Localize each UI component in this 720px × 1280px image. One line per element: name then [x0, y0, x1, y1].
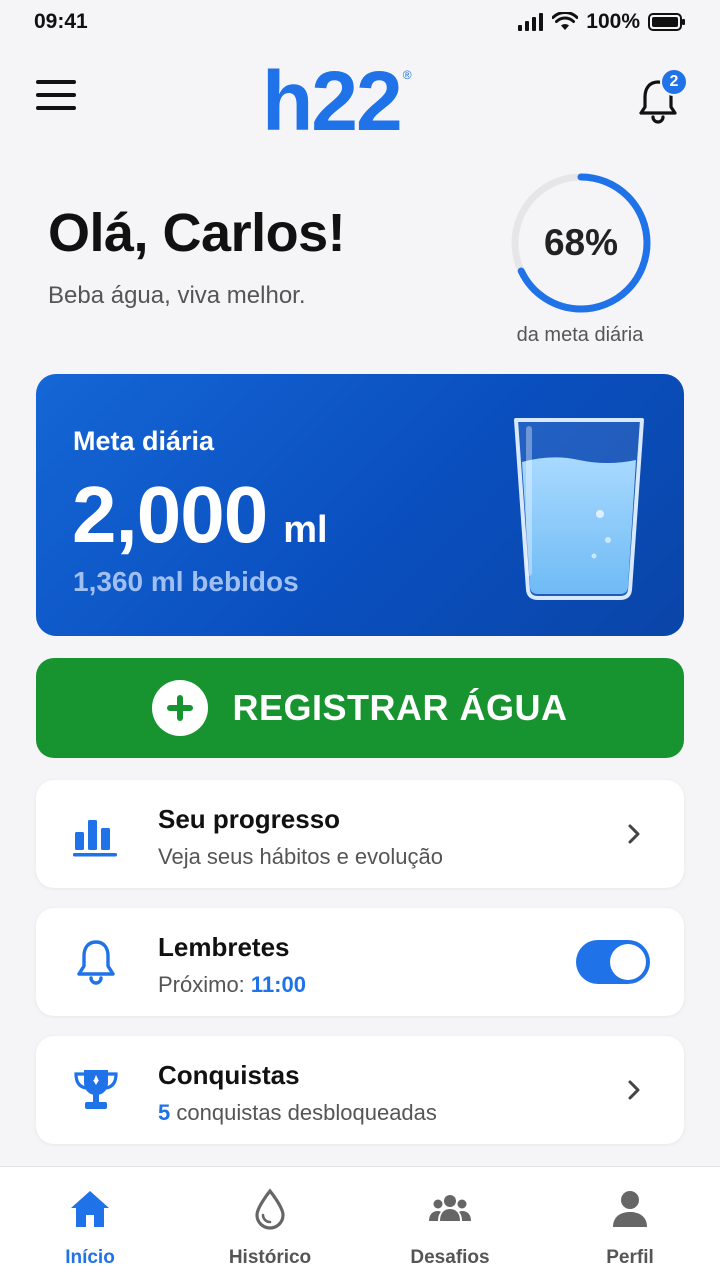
- reminders-card[interactable]: Lembretes Próximo: 11:00: [36, 908, 684, 1016]
- bell-icon: [77, 940, 115, 985]
- next-reminder-label: Próximo:: [158, 972, 245, 997]
- daily-progress-ring: 68%: [508, 170, 654, 316]
- menu-icon-line: [36, 93, 76, 97]
- chevron-right-icon: [628, 1080, 640, 1100]
- goal-amount: 2,000: [72, 470, 268, 559]
- achievements-card-subtitle: 5 conquistas desbloqueadas: [158, 1100, 437, 1126]
- wifi-icon: [552, 12, 579, 30]
- drop-icon: [255, 1188, 285, 1230]
- tab-perfil[interactable]: Perfil: [540, 1167, 720, 1280]
- notifications-badge: 2: [660, 68, 688, 96]
- greeting-title: Olá, Carlos!: [48, 203, 346, 263]
- progress-card-title: Seu progresso: [158, 804, 341, 834]
- plus-icon: [152, 680, 209, 736]
- person-icon: [613, 1191, 647, 1227]
- menu-icon-line: [36, 106, 76, 110]
- tab-historico[interactable]: Histórico: [180, 1167, 360, 1280]
- tab-inicio[interactable]: Início: [0, 1167, 180, 1280]
- tab-label: Desafios: [410, 1247, 490, 1268]
- goal-value: 2,000 ml: [72, 470, 328, 560]
- achievements-card[interactable]: Conquistas 5 conquistas desbloqueadas: [36, 1036, 684, 1144]
- bottom-tab-bar: Início Histórico Desafios Perfil: [0, 1166, 720, 1280]
- progress-card[interactable]: Seu progresso Veja seus hábitos e evoluç…: [36, 780, 684, 888]
- achievements-count: 5: [158, 1100, 171, 1125]
- daily-goal-card: Meta diária 2,000 ml 1,360 ml bebidos: [36, 374, 684, 636]
- tab-label: Início: [65, 1247, 115, 1268]
- battery-percent: 100%: [586, 10, 640, 33]
- goal-unit: ml: [283, 509, 328, 551]
- goal-label: Meta diária: [73, 426, 215, 456]
- progress-percent: 68%: [543, 222, 619, 263]
- logo-text: h22: [262, 54, 403, 148]
- status-icons: 100%: [518, 10, 686, 34]
- reminders-card-title: Lembretes: [158, 932, 290, 962]
- signal-icon: [518, 13, 544, 31]
- app-logo: h22 ®: [262, 56, 412, 146]
- achievements-text: conquistas desbloqueadas: [176, 1100, 437, 1125]
- water-glass-icon: [514, 418, 644, 600]
- progress-card-subtitle: Veja seus hábitos e evolução: [158, 844, 443, 869]
- tab-label: Histórico: [228, 1247, 312, 1268]
- toggle-knob: [610, 944, 646, 980]
- reminders-card-subtitle: Próximo: 11:00: [158, 972, 306, 998]
- app-header: h22 ® 2: [0, 52, 720, 148]
- menu-button[interactable]: [36, 80, 80, 116]
- battery-icon: [648, 13, 685, 31]
- achievements-card-title: Conquistas: [158, 1060, 300, 1090]
- chevron-right-icon: [628, 824, 640, 844]
- bar-chart-icon: [73, 820, 117, 857]
- tab-desafios[interactable]: Desafios: [360, 1167, 540, 1280]
- progress-caption: da meta diária: [516, 324, 644, 346]
- register-water-button[interactable]: REGISTRAR ÁGUA: [36, 658, 684, 758]
- logo-registered-mark: ®: [402, 68, 412, 82]
- goal-drunk-amount: 1,360 ml bebidos: [73, 566, 299, 597]
- status-time: 09:41: [34, 10, 88, 33]
- tab-label: Perfil: [606, 1247, 654, 1268]
- menu-icon-line: [36, 80, 76, 84]
- status-bar: 09:41 100%: [0, 0, 720, 44]
- greeting: Olá, Carlos! Beba água, viva melhor.: [48, 200, 346, 310]
- register-water-label: REGISTRAR ÁGUA: [232, 687, 568, 728]
- notifications-button[interactable]: 2: [636, 68, 688, 126]
- greeting-subtitle: Beba água, viva melhor.: [48, 282, 306, 309]
- trophy-icon: [74, 1070, 118, 1109]
- group-icon: [429, 1195, 471, 1221]
- home-icon: [71, 1191, 109, 1227]
- reminders-toggle[interactable]: [576, 940, 650, 984]
- next-reminder-time: 11:00: [250, 972, 306, 997]
